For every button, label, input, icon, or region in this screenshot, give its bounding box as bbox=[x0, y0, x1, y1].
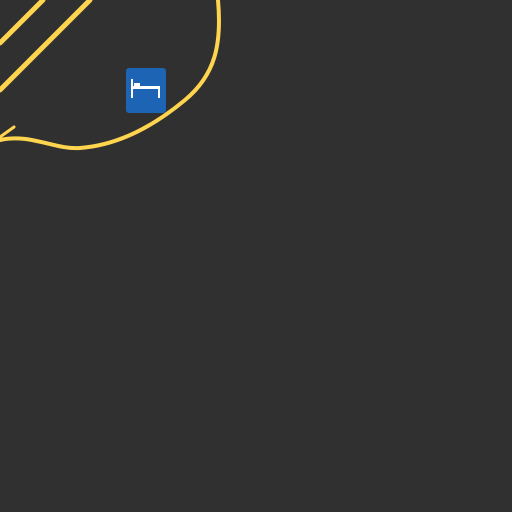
lodging-marker-graphic bbox=[126, 68, 166, 113]
map-canvas bbox=[0, 0, 512, 512]
lodging-poi-marker[interactable] bbox=[125, 67, 167, 114]
map-view[interactable] bbox=[0, 0, 512, 512]
map-background bbox=[0, 0, 512, 512]
